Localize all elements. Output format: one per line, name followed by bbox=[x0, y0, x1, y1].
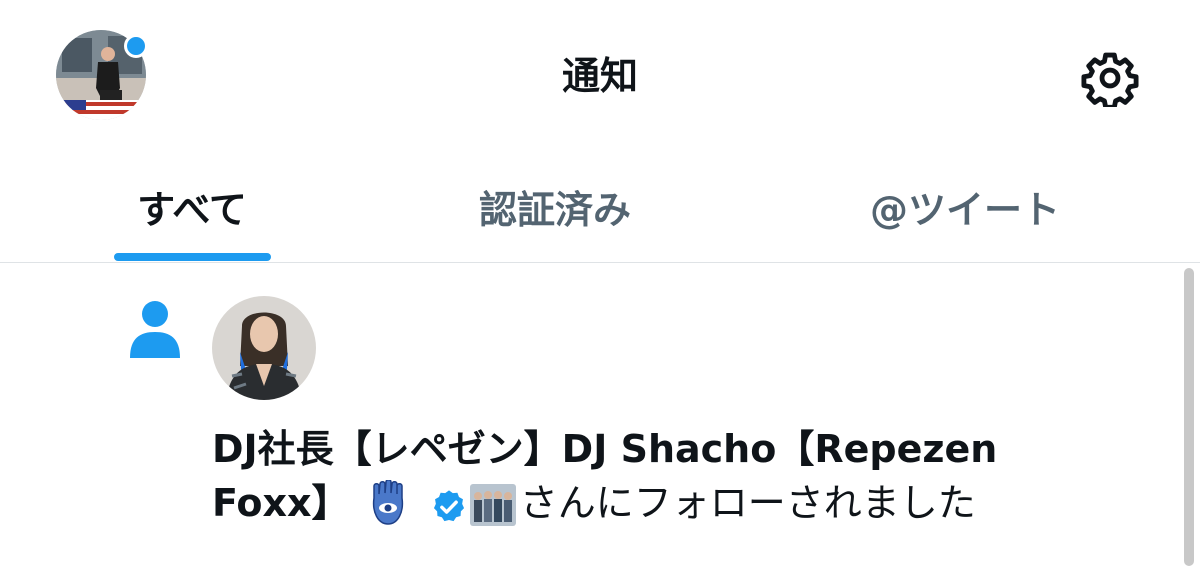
notification-item[interactable]: DJ社長【レペゼン】DJ Shacho【Repezen Foxx】 さんにフォロ bbox=[0, 264, 1180, 566]
group-photo-emoji-icon bbox=[469, 484, 516, 540]
tab-all[interactable]: すべて bbox=[60, 150, 324, 262]
tab-verified[interactable]: 認証済み bbox=[420, 150, 690, 262]
notification-text: DJ社長【レペゼン】DJ Shacho【Repezen Foxx】 さんにフォロ bbox=[212, 422, 1112, 540]
follower-name[interactable]: DJ社長【レペゼン】DJ Shacho【Repezen bbox=[212, 427, 997, 471]
hamsa-emoji-icon bbox=[366, 479, 410, 540]
page-title: 通知 bbox=[561, 54, 638, 98]
follow-action-text: さんにフォローされました bbox=[519, 481, 976, 525]
follower-avatar[interactable] bbox=[212, 296, 316, 400]
scrollbar[interactable] bbox=[1184, 268, 1194, 566]
verified-badge-icon bbox=[430, 486, 468, 540]
follower-name-cont[interactable]: Foxx】 bbox=[212, 481, 350, 525]
notification-tabs: すべて 認証済み @ツイート bbox=[0, 150, 1200, 263]
settings-button[interactable] bbox=[1078, 46, 1142, 110]
person-follow-icon bbox=[128, 300, 182, 358]
active-tab-indicator bbox=[114, 253, 271, 261]
gear-icon bbox=[1081, 52, 1139, 107]
top-bar: 通知 bbox=[0, 0, 1200, 150]
tab-mentions[interactable]: @ツイート bbox=[820, 150, 1110, 262]
